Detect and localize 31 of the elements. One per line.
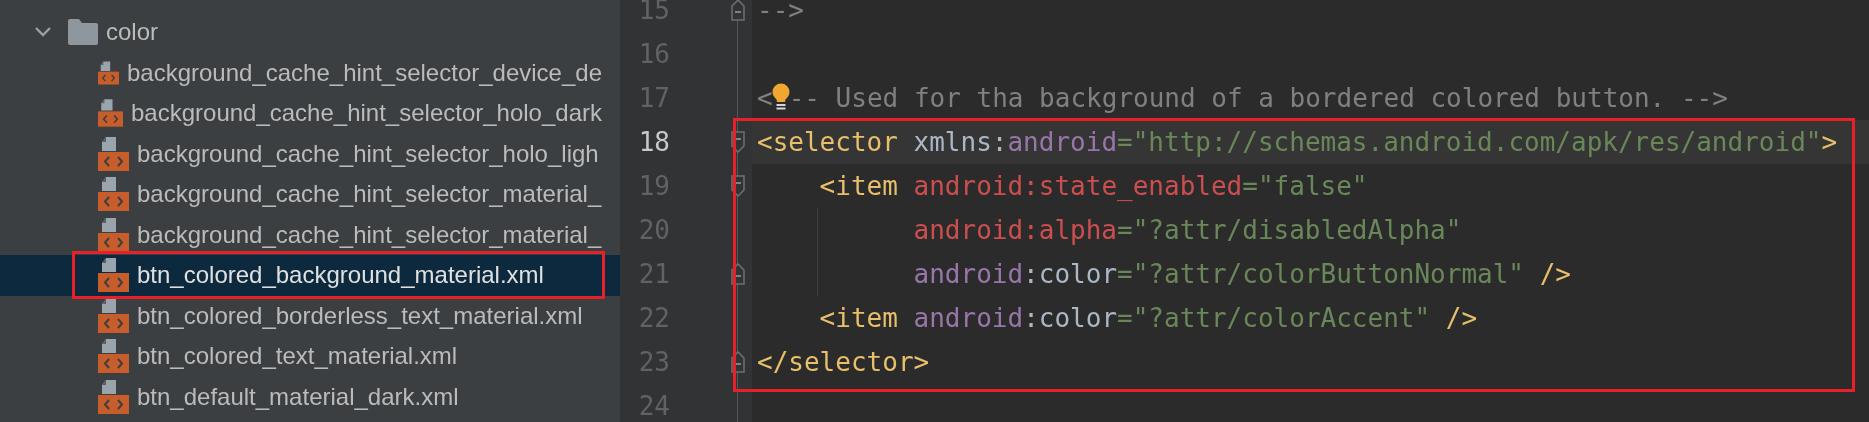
file-name[interactable]: background_cache_hint_selector_material_ <box>137 180 602 209</box>
fold-marker-icon[interactable] <box>731 0 745 21</box>
xml-file-icon <box>98 379 129 414</box>
file-name[interactable]: background_cache_hint_selector_device_de <box>127 58 602 87</box>
code-line: < <box>757 83 773 113</box>
xml-file-icon <box>98 177 129 212</box>
code-line: <selector xmlns:android="http://schemas.android.com/apk/res/android"> <box>757 127 1838 157</box>
file-name[interactable]: background_cache_hint_selector_material_ <box>137 220 602 249</box>
xml-file-icon <box>98 217 129 252</box>
xml-file-icon <box>98 298 129 333</box>
xml-file-icon <box>98 339 129 374</box>
lightbulb-icon[interactable] <box>771 83 790 113</box>
file-name[interactable]: btn_colored_background_material.xml <box>137 261 544 290</box>
folder-label[interactable]: color <box>106 18 159 47</box>
code-line: <item android:state_enabled="false" <box>818 171 1368 201</box>
file-name[interactable]: background_cache_hint_selector_holo_ligh <box>137 139 599 168</box>
file-name[interactable]: btn_colored_borderless_text_material.xml <box>137 301 583 330</box>
code-line: --> <box>757 0 804 25</box>
file-name[interactable]: background_cache_hint_selector_holo_dark <box>131 99 602 128</box>
chevron-icon[interactable] <box>34 26 52 39</box>
folder-icon <box>68 19 98 46</box>
file-name[interactable]: btn_colored_text_material.xml <box>137 342 458 371</box>
line-number: 18 <box>637 127 670 157</box>
code-line: android:color="?attr/colorButtonNormal" /> <box>912 259 1571 289</box>
code-line: <item android:color="?attr/colorAccent" /> <box>818 303 1478 333</box>
code-line: android:alpha="?attr/disabledAlpha" <box>912 215 1462 245</box>
xml-file-icon <box>98 136 129 171</box>
code-line: </selector> <box>757 347 930 377</box>
code-line: -- Used for tha background of a bordered colored button. --> <box>788 83 1728 113</box>
file-name[interactable]: btn_default_material_dark.xml <box>137 382 459 411</box>
xml-file-icon <box>98 258 129 293</box>
